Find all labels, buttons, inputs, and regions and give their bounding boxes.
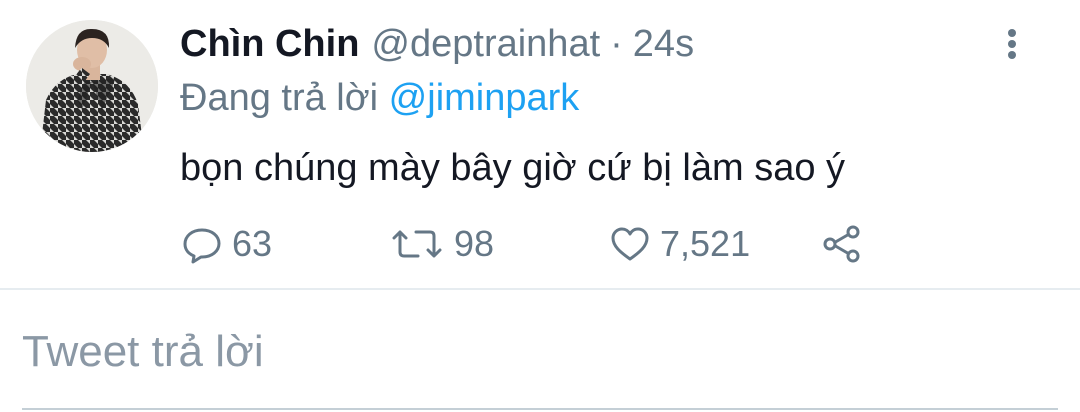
tweet-actions: 63 98 7,521 (180, 222, 880, 266)
display-name[interactable]: Chìn Chin (180, 22, 359, 66)
retweet-count: 98 (454, 223, 495, 264)
share-icon (823, 225, 860, 263)
reply-input-underline (22, 408, 1058, 410)
reply-button[interactable]: 63 (180, 222, 272, 266)
avatar[interactable] (26, 20, 158, 152)
replying-to-label: Đang trả lời (180, 77, 379, 119)
tweet-card[interactable]: Chìn Chin @deptrainhat · 24s Đang trả lờ… (0, 0, 1080, 288)
user-handle[interactable]: @deptrainhat (371, 22, 600, 66)
heart-icon (611, 227, 649, 261)
more-options-button[interactable] (996, 26, 1028, 62)
retweet-button[interactable]: 98 (388, 222, 494, 266)
reply-count: 63 (232, 223, 273, 264)
divider (0, 288, 1080, 290)
reply-icon (183, 228, 221, 264)
replying-to-mention[interactable]: @jiminpark (389, 77, 580, 119)
reply-input[interactable] (22, 322, 1022, 382)
retweet-icon (392, 230, 442, 258)
tweet-header: Chìn Chin @deptrainhat · 24s (180, 22, 694, 66)
timestamp[interactable]: 24s (633, 22, 694, 66)
separator-dot: · (610, 23, 623, 65)
like-count: 7,521 (660, 223, 751, 264)
tweet-text: bọn chúng mày bây giờ cứ bị làm sao ý (180, 147, 846, 189)
like-button[interactable]: 7,521 (608, 222, 750, 266)
avatar-image (26, 20, 158, 152)
more-vertical-icon (1008, 29, 1016, 59)
share-button[interactable] (820, 222, 864, 266)
replying-to-line: Đang trả lời @jiminpark (180, 76, 579, 120)
